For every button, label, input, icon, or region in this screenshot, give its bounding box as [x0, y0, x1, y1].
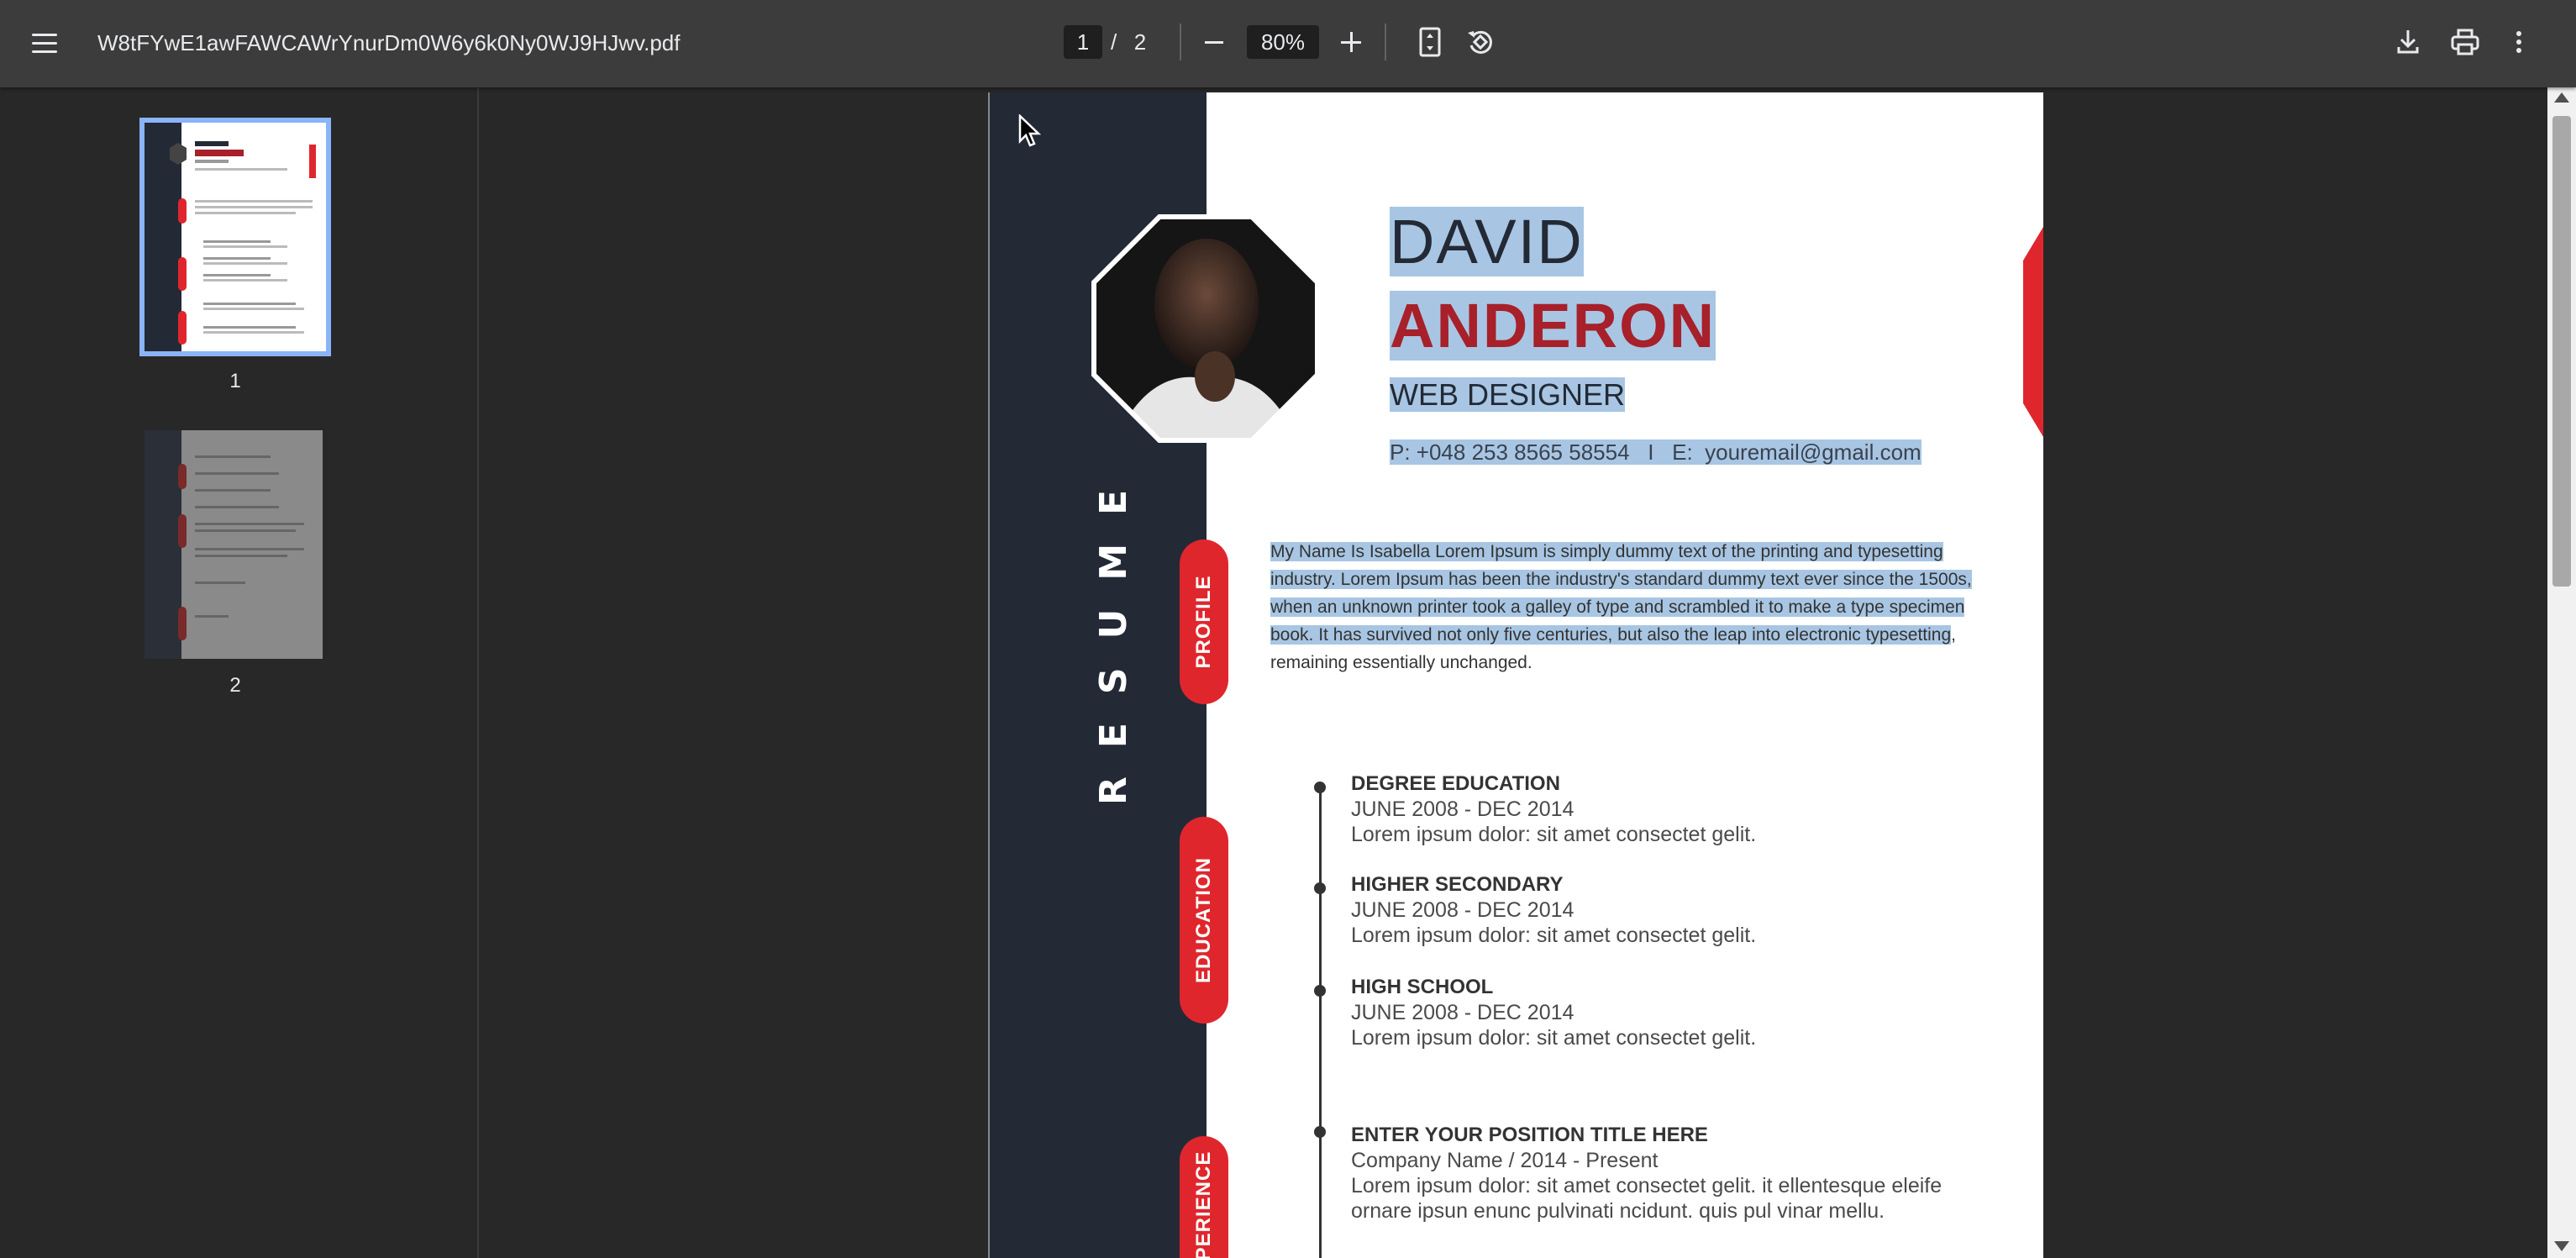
print-icon [2451, 29, 2479, 55]
selected-text: My Name Is Isabella Lorem Ipsum is simpl… [1270, 542, 1972, 645]
scroll-down-arrow-icon[interactable] [2554, 1241, 2569, 1251]
education-timeline [1319, 787, 1322, 1143]
zoom-level-input[interactable]: 80% [1247, 25, 1319, 59]
timeline-dot [1314, 782, 1326, 793]
timeline-dot [1314, 882, 1326, 894]
mouse-cursor-icon [1018, 114, 1042, 147]
zoom-in-button[interactable] [1336, 25, 1366, 59]
toolbar-divider [1385, 24, 1386, 61]
education-entry: HIGH SCHOOL JUNE 2008 - DEC 2014 Lorem i… [1351, 976, 1757, 1050]
thumbnail-number: 2 [229, 674, 241, 697]
scroll-up-arrow-icon[interactable] [2554, 92, 2569, 103]
job-title: WEB DESIGNER [1390, 377, 1626, 412]
experience-timeline [1319, 1131, 1322, 1258]
thumbnail-preview-2 [145, 430, 323, 659]
page-number-input[interactable]: 1 [1064, 25, 1102, 59]
zoom-out-button[interactable] [1200, 25, 1230, 59]
education-entry: DEGREE EDUCATION JUNE 2008 - DEC 2014 Lo… [1351, 772, 1757, 846]
document-filename: W8tFYwE1awFAWCAWrYnurDm0W6y6k0Ny0WJ9HJwv… [97, 30, 681, 55]
thumbnail-sidebar: 1 2 [0, 87, 479, 1258]
contact-info: P: +048 253 8565 58554 I E: youremail@gm… [1390, 440, 1921, 465]
last-name: ANDERON [1390, 291, 1716, 361]
more-options-button[interactable] [2509, 25, 2529, 59]
pdf-toolbar: W8tFYwE1awFAWCAWrYnurDm0W6y6k0Ny0WJ9HJwv… [0, 0, 2576, 87]
section-tab-profile: PROFILE [1180, 540, 1228, 704]
more-vert-icon [2516, 31, 2521, 53]
fit-page-icon [1419, 27, 1441, 57]
page-separator: / [1111, 29, 1117, 55]
thumbnail-number: 1 [229, 370, 241, 392]
rotate-button[interactable] [1464, 25, 1497, 59]
fit-to-page-button[interactable] [1417, 25, 1443, 59]
toolbar-divider [1180, 24, 1181, 61]
page-thumbnail-1[interactable] [139, 118, 331, 356]
accent-tab [2023, 227, 2043, 437]
menu-icon[interactable] [29, 27, 62, 61]
pdf-page: RESUME PROFILE EDUCATION EXPERIENCE DAVI… [988, 92, 2043, 1258]
minus-icon [1205, 41, 1223, 44]
scrollbar-thumb[interactable] [2552, 116, 2571, 587]
first-name: DAVID [1390, 207, 1584, 276]
education-entry: HIGHER SECONDARY JUNE 2008 - DEC 2014 Lo… [1351, 873, 1757, 947]
vertical-scrollbar[interactable] [2547, 87, 2576, 1258]
timeline-dot [1314, 1126, 1326, 1138]
thumbnail-preview-1 [145, 123, 326, 351]
profile-photo [1091, 214, 1320, 443]
page-thumbnail-2[interactable] [145, 430, 323, 659]
page-total: 2 [1133, 29, 1147, 55]
profile-text: My Name Is Isabella Lorem Ipsum is simpl… [1270, 542, 1972, 672]
resume-vertical-label: RESUME [1092, 461, 1135, 805]
download-button[interactable] [2391, 25, 2425, 59]
timeline-dot [1314, 985, 1326, 997]
rotate-icon [1468, 30, 1492, 54]
download-icon [2397, 30, 2419, 54]
print-button[interactable] [2448, 25, 2482, 59]
section-tab-experience: EXPERIENCE [1180, 1136, 1228, 1258]
section-tab-education: EDUCATION [1180, 817, 1228, 1024]
experience-entry: ENTER YOUR POSITION TITLE HERE Company N… [1351, 1124, 1943, 1223]
